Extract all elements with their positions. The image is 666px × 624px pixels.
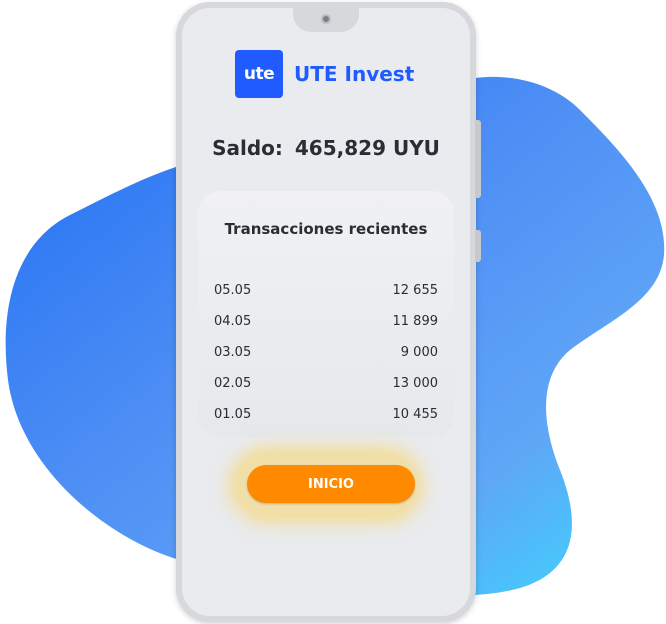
transaction-date: 04.05 [214, 314, 252, 329]
balance-display: Saldo: 465,829 UYU [182, 136, 470, 160]
brand-header: ute UTE Invest [235, 50, 414, 98]
transaction-amount: 9 000 [400, 345, 438, 360]
transaction-row: 02.05 13 000 [214, 376, 438, 396]
start-button[interactable]: INICIO [247, 465, 415, 503]
transaction-row: 04.05 11 899 [214, 314, 438, 334]
transaction-date: 02.05 [214, 376, 252, 391]
brand-name: UTE Invest [294, 62, 415, 86]
transaction-row: 03.05 9 000 [214, 345, 438, 365]
power-button [475, 230, 481, 262]
transaction-amount: 13 000 [392, 376, 439, 391]
transaction-amount: 12 655 [392, 283, 439, 298]
balance-label: Saldo: [212, 136, 283, 160]
transactions-card: Transacciones recientes 05.05 12 655 04.… [198, 191, 454, 437]
transaction-date: 03.05 [214, 345, 252, 360]
transaction-row: 05.05 12 655 [214, 283, 438, 303]
transaction-date: 05.05 [214, 283, 252, 298]
phone-screen: ute UTE Invest Saldo: 465,829 UYU Transac… [182, 8, 470, 616]
transaction-amount: 10 455 [392, 407, 439, 422]
ute-logo: ute [235, 50, 283, 98]
volume-button [475, 120, 481, 198]
transactions-title: Transacciones recientes [224, 220, 428, 238]
camera-icon [321, 14, 331, 24]
transaction-date: 01.05 [214, 407, 252, 422]
transaction-amount: 11 899 [392, 314, 439, 329]
phone-frame: ute UTE Invest Saldo: 465,829 UYU Transac… [176, 2, 481, 622]
camera-notch [293, 8, 359, 32]
transaction-row: 01.05 10 455 [214, 407, 438, 427]
balance-value: 465,829 UYU [294, 136, 440, 160]
